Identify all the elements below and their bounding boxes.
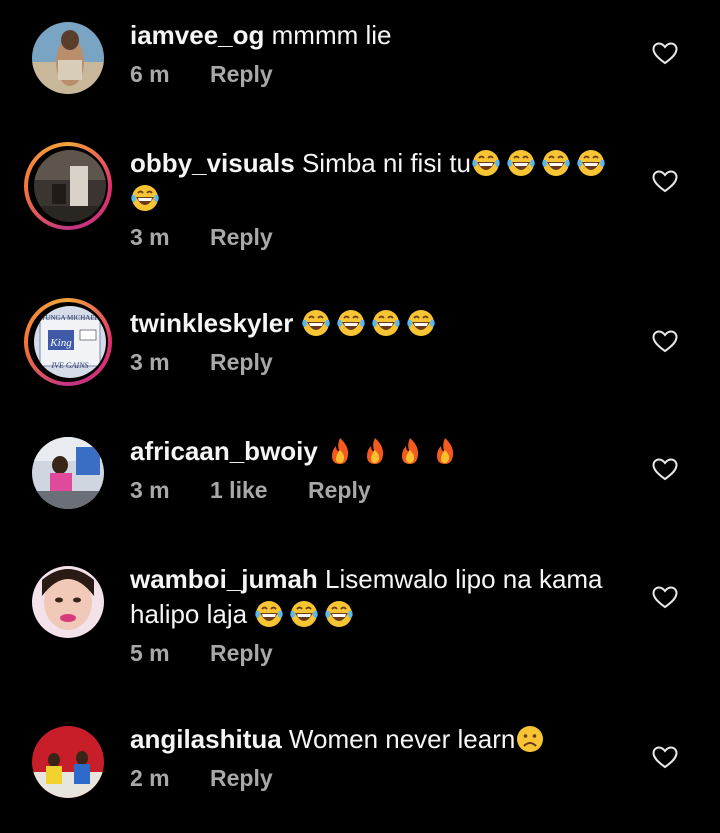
heart-outline-icon[interactable] [652, 457, 678, 483]
grinning-tears-emoji [301, 308, 331, 338]
avatar[interactable]: TUNGA MICHAEL King IVE GAINS [34, 306, 106, 378]
comment-body: obby_visuals Simba ni fisi tu 3 m Reply [130, 146, 630, 251]
comment-message [318, 436, 325, 466]
comment-timestamp: 3 m [130, 349, 170, 375]
grinning-tears-emoji [406, 308, 436, 338]
heart-outline-icon[interactable] [652, 745, 678, 771]
like-count[interactable]: 1 like [210, 477, 308, 504]
grinning-tears-emoji [324, 599, 354, 629]
comment-meta: 5 m Reply [130, 640, 630, 667]
comment-meta: 2 m Reply [130, 765, 630, 792]
comment-username[interactable]: angilashitua [130, 724, 282, 754]
comment-timestamp: 5 m [130, 640, 170, 666]
reply-button[interactable]: Reply [210, 765, 273, 792]
comment-meta: 3 m Reply [130, 224, 630, 251]
grinning-tears-emoji [289, 599, 319, 629]
fire-emoji [395, 436, 425, 466]
comment-message: mmmm lie [264, 20, 392, 50]
comment-username[interactable]: wamboi_jumah [130, 564, 318, 594]
avatar-text-mid: King [49, 337, 72, 349]
heart-outline-icon[interactable] [652, 585, 678, 611]
avatar[interactable] [32, 437, 104, 509]
reply-button[interactable]: Reply [210, 224, 273, 251]
comment-body: iamvee_og mmmm lie 6 m Reply [130, 18, 630, 88]
grinning-tears-emoji [371, 308, 401, 338]
avatar-text-bottom: IVE GAINS [50, 361, 88, 370]
comment-message [293, 308, 300, 338]
grinning-tears-emoji [254, 599, 284, 629]
fire-emoji [325, 436, 355, 466]
grinning-tears-emoji [130, 183, 160, 213]
reply-button[interactable]: Reply [210, 640, 273, 667]
comment-username[interactable]: obby_visuals [130, 148, 295, 178]
comment-username[interactable]: twinkleskyler [130, 308, 293, 338]
grinning-tears-emoji [506, 148, 536, 178]
reply-button[interactable]: Reply [308, 477, 371, 504]
avatar[interactable] [32, 726, 104, 798]
comment-body: wamboi_jumah Lisemwalo lipo na kama hali… [130, 562, 630, 667]
comment-username[interactable]: africaan_bwoiy [130, 436, 318, 466]
frowning-emoji [515, 724, 545, 754]
reply-button[interactable]: Reply [210, 349, 273, 376]
comment-meta: 3 m Reply [130, 349, 630, 376]
grinning-tears-emoji [471, 148, 501, 178]
avatar-text-top: TUNGA MICHAEL [41, 314, 99, 322]
comment-text: angilashitua Women never learn [130, 722, 630, 757]
heart-outline-icon[interactable] [652, 41, 678, 67]
reply-button[interactable]: Reply [210, 61, 273, 88]
comment-timestamp: 3 m [130, 477, 170, 503]
comment-message: Simba ni fisi tu [294, 148, 472, 178]
grinning-tears-emoji [576, 148, 606, 178]
comment-meta: 6 m Reply [130, 61, 630, 88]
comment-text: iamvee_og mmmm lie [130, 18, 630, 53]
comment-body: angilashitua Women never learn 2 m Reply [130, 722, 630, 792]
comment-meta: 3 m 1 like Reply [130, 477, 630, 504]
grinning-tears-emoji [336, 308, 366, 338]
comment-body: twinkleskyler 3 m Reply [130, 306, 630, 376]
fire-emoji [360, 436, 390, 466]
avatar[interactable] [34, 150, 106, 222]
comment-text: wamboi_jumah Lisemwalo lipo na kama hali… [130, 562, 630, 632]
fire-emoji [430, 436, 460, 466]
heart-outline-icon[interactable] [652, 169, 678, 195]
comment-timestamp: 2 m [130, 765, 170, 791]
heart-outline-icon[interactable] [652, 329, 678, 355]
avatar[interactable] [32, 22, 104, 94]
comment-message: Women never learn [281, 724, 516, 754]
grinning-tears-emoji [541, 148, 571, 178]
avatar[interactable] [32, 566, 104, 638]
comment-text: obby_visuals Simba ni fisi tu [130, 146, 630, 216]
comment-body: africaan_bwoiy 3 m 1 like Reply [130, 434, 630, 504]
comment-timestamp: 3 m [130, 224, 170, 250]
comment-text: twinkleskyler [130, 306, 630, 341]
comment-timestamp: 6 m [130, 61, 170, 87]
comment-username[interactable]: iamvee_og [130, 20, 264, 50]
comment-text: africaan_bwoiy [130, 434, 630, 469]
